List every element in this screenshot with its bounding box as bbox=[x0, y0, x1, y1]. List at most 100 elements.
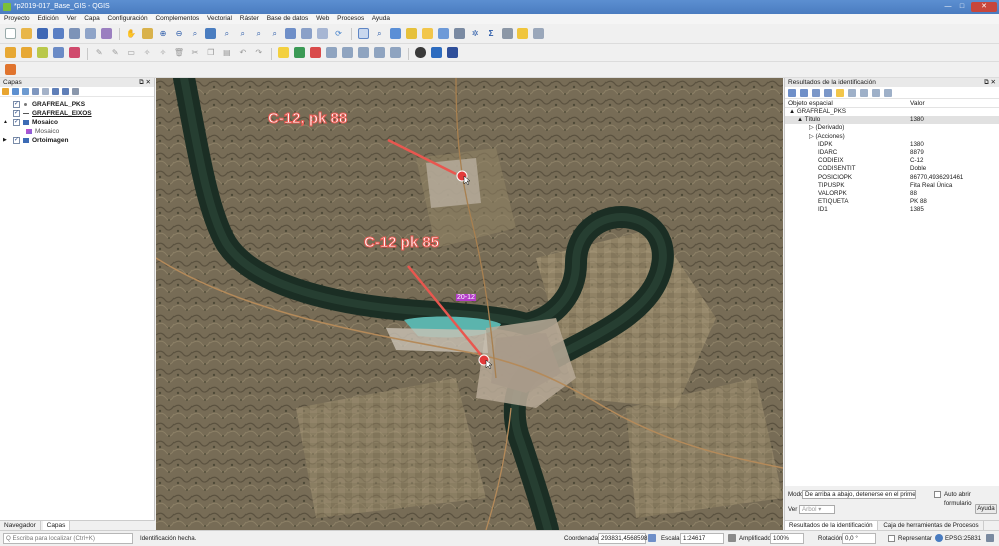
new-project-icon[interactable] bbox=[5, 28, 16, 39]
lock-scale-icon[interactable] bbox=[728, 534, 736, 542]
action-icon[interactable]: ⌕ bbox=[374, 28, 385, 39]
pan-hand-icon[interactable]: ✋ bbox=[126, 28, 137, 39]
menu-ayuda[interactable]: Ayuda bbox=[372, 15, 390, 22]
plugin-icon[interactable] bbox=[446, 47, 458, 58]
view-select[interactable]: Árbol ▾ bbox=[799, 505, 835, 514]
expand-new-icon[interactable] bbox=[811, 89, 820, 97]
layer-item[interactable]: ▲ ✓ Mosaico bbox=[0, 118, 154, 127]
result-row[interactable]: ID1 1385 bbox=[785, 206, 999, 214]
attribute-table-icon[interactable] bbox=[437, 28, 449, 39]
show-hide-labels-icon[interactable] bbox=[373, 47, 385, 58]
close-button[interactable]: ✕ bbox=[971, 2, 997, 12]
result-row[interactable]: ETIQUETA PK 88 bbox=[785, 198, 999, 206]
zoom-selection-icon[interactable]: ⌕ bbox=[221, 28, 232, 39]
locator-search-input[interactable]: Q Escriba para localizar (Ctrl+K) bbox=[3, 533, 133, 544]
clear-results-icon[interactable] bbox=[823, 89, 832, 97]
identify-area-icon[interactable] bbox=[847, 89, 856, 97]
toggle-editing-icon[interactable]: ✎ bbox=[110, 47, 121, 58]
tab-identify-results[interactable]: Resultados de la identificación bbox=[785, 521, 878, 530]
remove-layer-icon[interactable] bbox=[71, 88, 79, 95]
zoom-last-icon[interactable]: ⌕ bbox=[269, 28, 280, 39]
result-row[interactable]: VALORPK 88 bbox=[785, 190, 999, 198]
move-diagram-icon[interactable] bbox=[389, 47, 401, 58]
layout-manager-icon[interactable] bbox=[84, 28, 96, 39]
save-as-icon[interactable] bbox=[52, 28, 64, 39]
menu-capa[interactable]: Capa bbox=[84, 15, 100, 22]
deselect-icon[interactable] bbox=[421, 28, 433, 39]
mode-select[interactable]: De arriba a abajo, detenerse en el prime… bbox=[802, 490, 916, 499]
magnifier-field[interactable]: 100% bbox=[770, 533, 804, 544]
measure-icon[interactable] bbox=[501, 28, 513, 39]
new-map-view-icon[interactable] bbox=[285, 28, 297, 39]
layer-visibility-checkbox[interactable]: ✓ bbox=[13, 101, 20, 108]
vertex-tool-icon[interactable]: ✧ bbox=[158, 47, 169, 58]
style-layer-icon[interactable] bbox=[2, 88, 9, 95]
layer-item[interactable]: ▶ ✓ Ortoimagen bbox=[0, 136, 154, 145]
style-manager-icon[interactable] bbox=[100, 28, 112, 39]
add-vector-icon[interactable] bbox=[36, 47, 48, 58]
expand-tree-icon[interactable] bbox=[788, 89, 796, 97]
auto-open-form-checkbox[interactable] bbox=[934, 491, 941, 498]
undo-icon[interactable]: ↶ bbox=[237, 47, 248, 58]
copy-feature-icon[interactable] bbox=[871, 89, 880, 97]
toolbox-gear-icon[interactable]: ✲ bbox=[470, 28, 481, 39]
zoom-layer-icon[interactable]: ⌕ bbox=[237, 28, 248, 39]
result-row[interactable]: CODIEIX C-12 bbox=[785, 157, 999, 165]
maximize-button[interactable]: □ bbox=[955, 2, 969, 12]
add-feature-icon[interactable]: ✧ bbox=[142, 47, 153, 58]
text-annotation-icon[interactable] bbox=[533, 28, 545, 39]
menu-vectorial[interactable]: Vectorial bbox=[207, 15, 232, 22]
copy-icon[interactable]: ❐ bbox=[205, 47, 216, 58]
help-button[interactable]: Ayuda bbox=[975, 504, 997, 514]
result-row[interactable]: ▷ (Acciones) bbox=[785, 133, 999, 141]
layers-panel-controls[interactable]: ⧉ ✕ bbox=[139, 78, 151, 87]
add-raster-icon[interactable] bbox=[52, 47, 64, 58]
tab-processing-toolbox[interactable]: Caja de herramientas de Procesos bbox=[879, 521, 984, 530]
result-row[interactable]: IDARC 8879 bbox=[785, 149, 999, 157]
save-edits-icon[interactable]: ▭ bbox=[126, 47, 137, 58]
coordinate-field[interactable]: 293831,4568598 bbox=[598, 533, 647, 544]
menu-proyecto[interactable]: Proyecto bbox=[4, 15, 30, 22]
layer-item[interactable]: ✓ GRAFREAL_EIXOS bbox=[0, 109, 154, 118]
tab-capas[interactable]: Capas bbox=[42, 521, 71, 530]
save-project-icon[interactable] bbox=[36, 28, 48, 39]
toggle-extents-icon[interactable] bbox=[648, 534, 656, 542]
layer-item[interactable]: ✓ GRAFREAL_PKS bbox=[0, 100, 154, 109]
result-row[interactable]: POSICIOPK 86770,4936291461 bbox=[785, 174, 999, 182]
minimize-button[interactable]: — bbox=[941, 2, 955, 12]
crs-globe-icon[interactable] bbox=[935, 534, 943, 542]
menu-base-de-datos[interactable]: Base de datos bbox=[267, 15, 309, 22]
result-row[interactable]: TIPUSPK Fita Real Única bbox=[785, 182, 999, 190]
field-calculator-icon[interactable] bbox=[453, 28, 465, 39]
show-bookmarks-icon[interactable] bbox=[317, 28, 329, 39]
result-row[interactable]: CODISENTIT Doble bbox=[785, 165, 999, 173]
menu-complementos[interactable]: Complementos bbox=[155, 15, 199, 22]
move-label-icon[interactable] bbox=[326, 47, 338, 58]
collapse-tree-icon[interactable] bbox=[799, 89, 808, 97]
menu-web[interactable]: Web bbox=[316, 15, 329, 22]
cut-icon[interactable]: ✂ bbox=[189, 47, 200, 58]
print-layout-icon[interactable] bbox=[68, 28, 80, 39]
plugin-globe-icon[interactable] bbox=[414, 47, 426, 58]
pin-labels-icon[interactable] bbox=[294, 47, 306, 58]
refresh-icon[interactable]: ⟳ bbox=[333, 28, 344, 39]
identify-radius-icon[interactable] bbox=[859, 89, 868, 97]
change-label-icon[interactable] bbox=[357, 47, 369, 58]
layer-visibility-checkbox[interactable]: ✓ bbox=[13, 110, 20, 117]
print-results-icon[interactable] bbox=[883, 89, 892, 97]
rotation-field[interactable]: 0,0 ° bbox=[842, 533, 876, 544]
result-row[interactable]: ▷ (Derivado) bbox=[785, 124, 999, 132]
bookmark-icon[interactable] bbox=[301, 28, 313, 39]
layer-visibility-checkbox[interactable]: ✓ bbox=[13, 119, 20, 126]
menu-edicion[interactable]: Edición bbox=[37, 15, 58, 22]
result-row[interactable]: ▲ Título 1380 bbox=[785, 116, 999, 125]
map-tips-icon[interactable] bbox=[517, 28, 529, 39]
open-project-icon[interactable] bbox=[20, 28, 32, 39]
redo-icon[interactable]: ↷ bbox=[253, 47, 264, 58]
select-features-icon[interactable] bbox=[389, 28, 401, 39]
select-features-icon[interactable] bbox=[835, 89, 844, 97]
menu-raster[interactable]: Ráster bbox=[240, 15, 259, 22]
result-row[interactable]: ▲ GRAFREAL_PKS bbox=[785, 108, 999, 116]
result-row[interactable]: IDPK 1380 bbox=[785, 141, 999, 149]
current-edits-icon[interactable]: ✎ bbox=[94, 47, 105, 58]
